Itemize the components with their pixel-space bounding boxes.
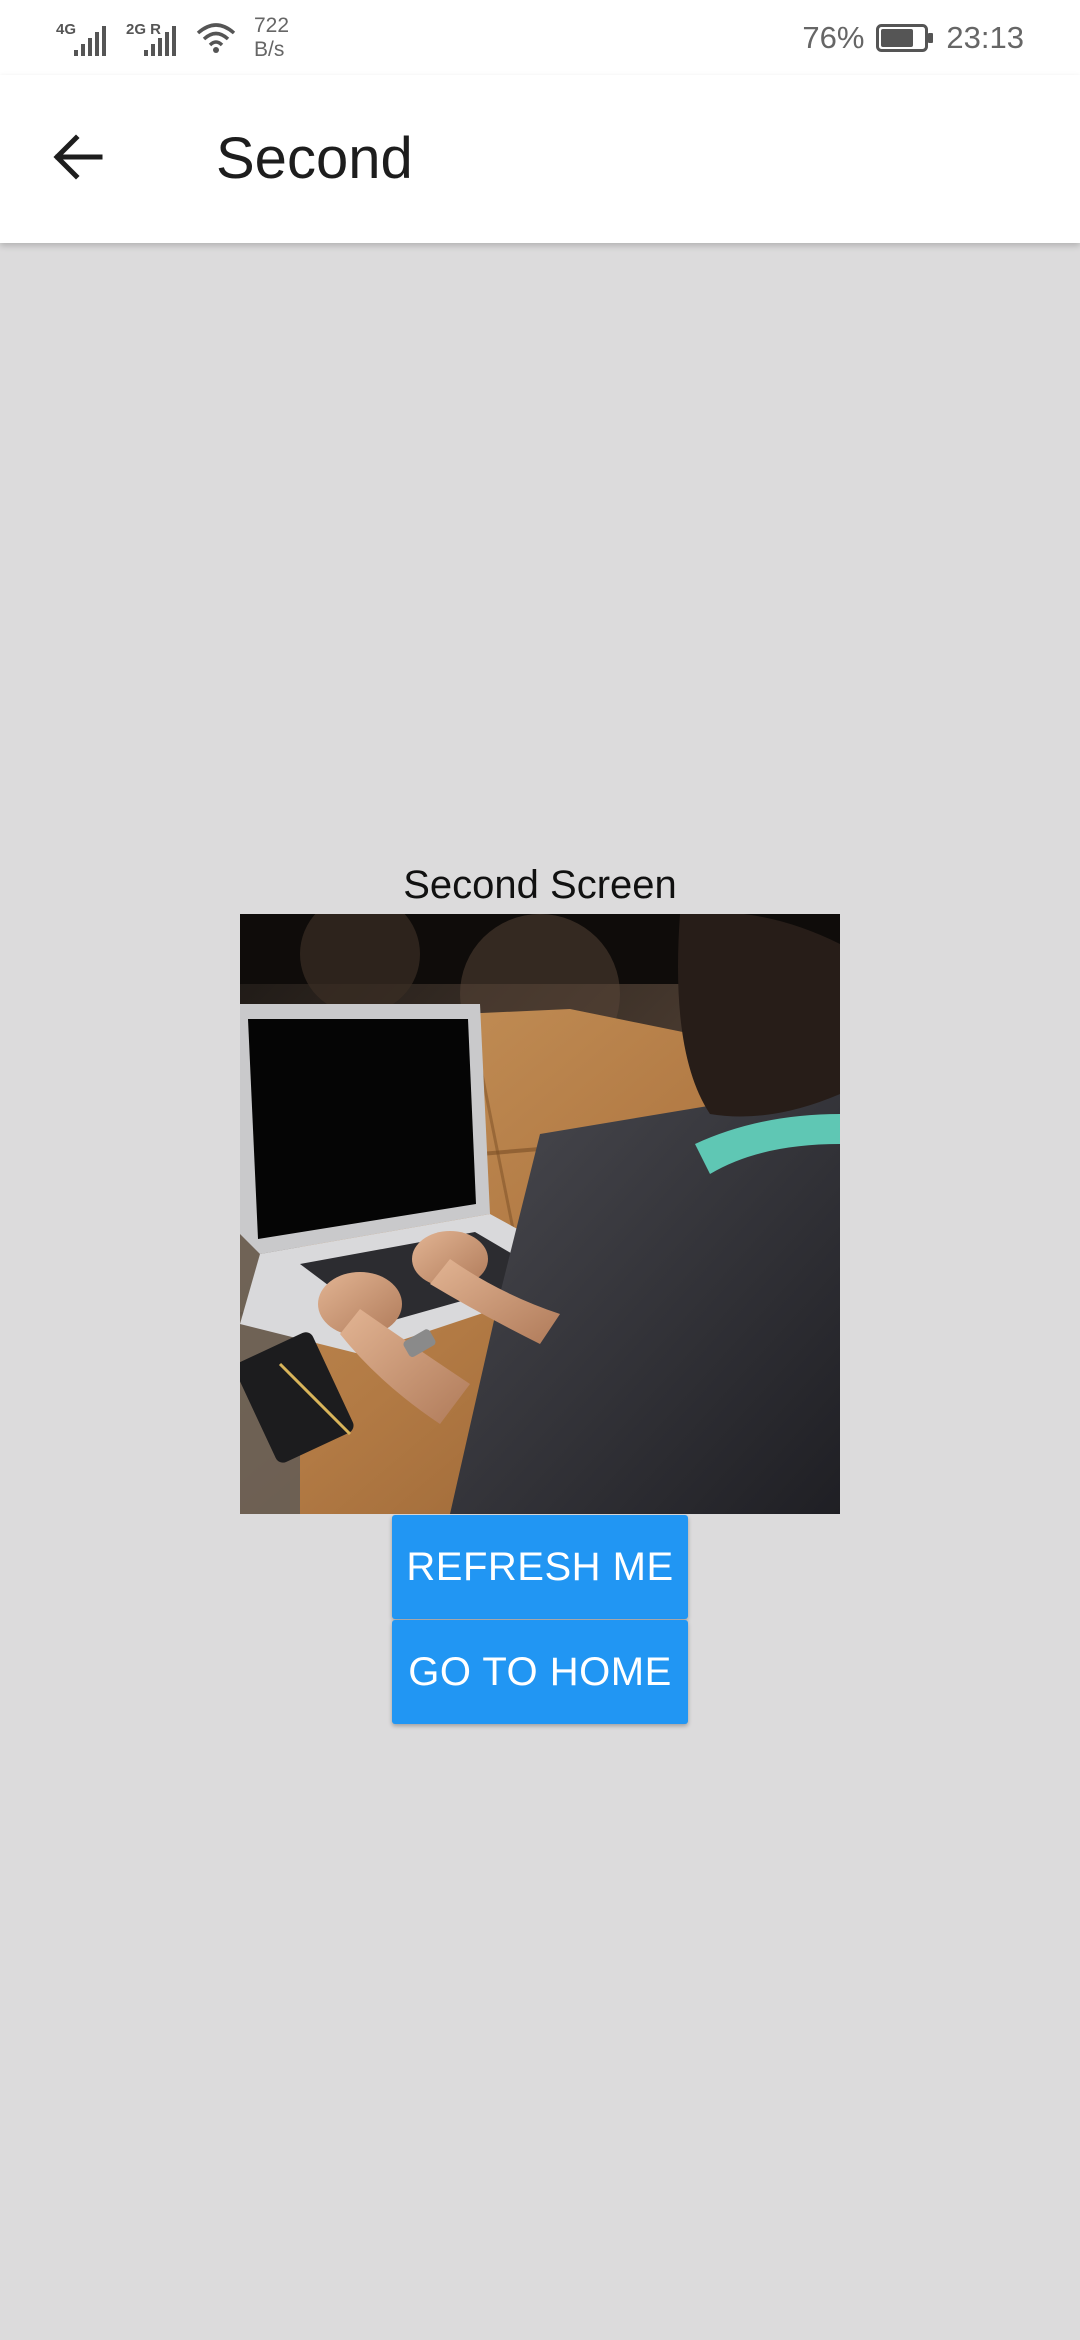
laptop-photo [240, 914, 840, 1514]
signal-icon [74, 26, 106, 56]
main-content: Second Screen REFRESH ME GO TO HOME [0, 243, 1080, 2340]
status-bar: 4G 2G R 722 B/s 76% 23:13 [0, 0, 1080, 75]
status-right: 76% 23:13 [802, 18, 1024, 58]
status-left: 4G 2G R 722 B/s [56, 14, 289, 62]
network-speed-value: 722 [254, 14, 290, 37]
back-button[interactable] [36, 115, 120, 199]
arrow-left-icon [53, 134, 103, 180]
wifi-icon [196, 23, 236, 53]
clock: 23:13 [946, 20, 1024, 55]
refresh-button[interactable]: REFRESH ME [392, 1515, 688, 1619]
battery-percent: 76% [802, 20, 865, 55]
page-title: Second [216, 126, 413, 191]
network-speed: 722 B/s [254, 14, 289, 62]
go-to-home-button[interactable]: GO TO HOME [392, 1620, 688, 1724]
screen-label: Second Screen [403, 863, 677, 907]
photo-illustration [240, 914, 840, 1514]
battery-icon [876, 24, 934, 52]
signal-strength-2g: 2G R [126, 18, 180, 58]
signal-strength-4g: 4G [56, 18, 110, 58]
network-speed-unit: B/s [254, 38, 285, 61]
app-bar: Second [0, 75, 1080, 243]
signal-icon [144, 26, 176, 56]
